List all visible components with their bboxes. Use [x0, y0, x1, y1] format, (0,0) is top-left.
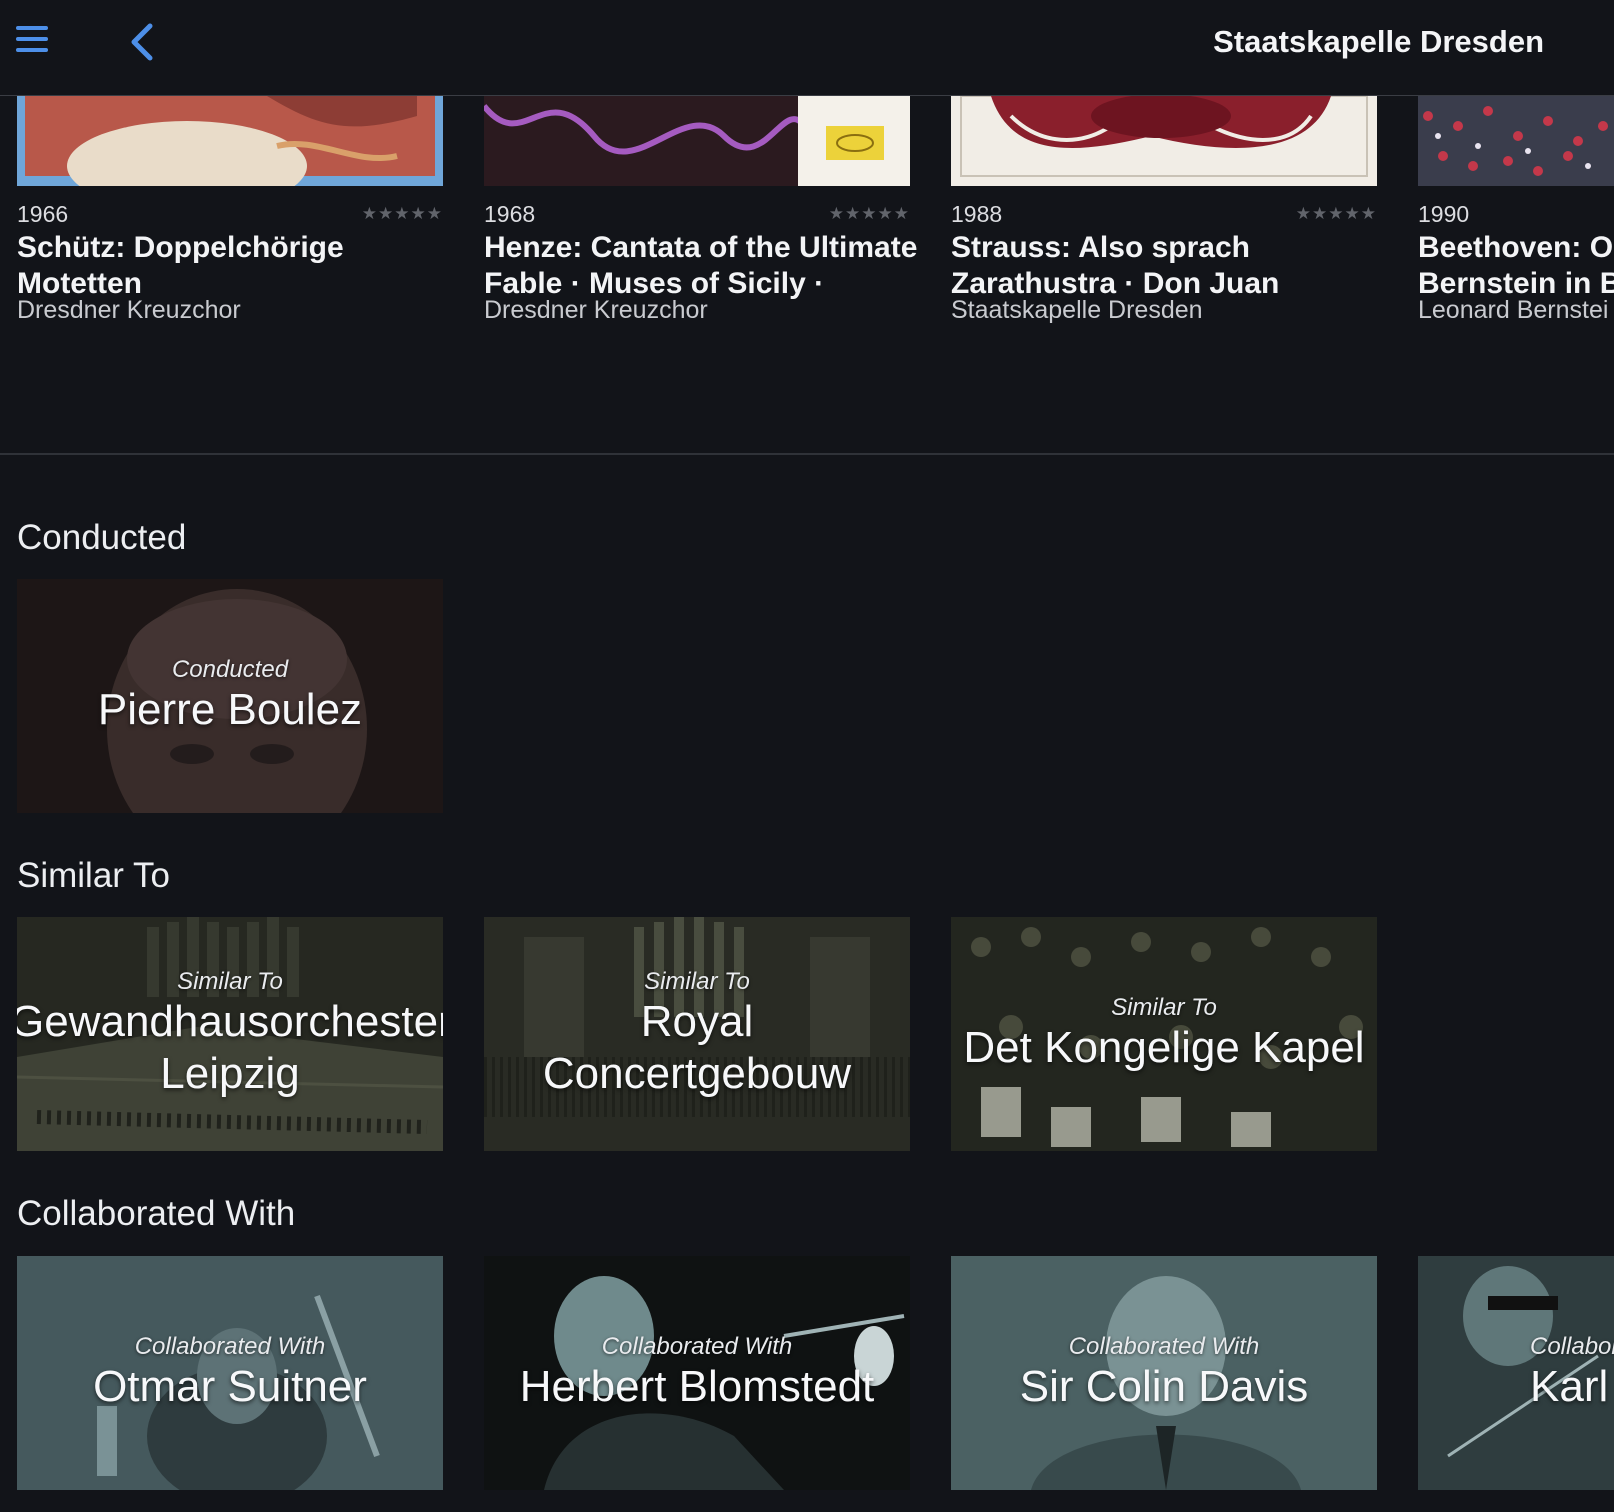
card-name: Pierre Boulez: [97, 685, 363, 734]
hamburger-menu-icon[interactable]: [16, 26, 48, 56]
card-label: Collaborated With: [601, 1333, 793, 1360]
section-title-similar: Similar To: [17, 856, 171, 895]
card-name: Gewandhausorchester Leipzig: [17, 997, 443, 1098]
collaborator-card[interactable]: Collaborated With Otmar Suitner: [17, 1256, 443, 1490]
collaborator-card[interactable]: Collaborated With Karl: [1418, 1256, 1614, 1490]
section-divider: [0, 453, 1614, 455]
collaborator-card[interactable]: Collaborated With Herbert Blomstedt: [484, 1256, 910, 1490]
card-name: Royal Concertgebouw: [542, 997, 852, 1098]
card-name: Herbert Blomstedt: [519, 1362, 875, 1411]
album-title: Beethoven: Od Bernstein in Be: [1418, 231, 1614, 300]
rating-stars[interactable]: ★★★★★: [1296, 204, 1377, 224]
card-label: Similar To: [177, 968, 283, 995]
card-label: Similar To: [1111, 994, 1217, 1021]
album-cover: [17, 96, 443, 186]
album-cover: [1418, 96, 1614, 186]
card-label: Collaborated With: [1068, 1333, 1260, 1360]
conducted-card[interactable]: Conducted Pierre Boulez: [17, 579, 443, 813]
similar-card[interactable]: Similar To Royal Concertgebouw: [484, 917, 910, 1151]
collaborator-card[interactable]: Collaborated With Sir Colin Davis: [951, 1256, 1377, 1490]
album-artist: Leonard Bernstei: [1418, 296, 1609, 324]
similar-card[interactable]: Similar To Det Kongelige Kapel: [951, 917, 1377, 1151]
album-card[interactable]: 1990 Beethoven: Od Bernstein in Be Leona…: [1418, 96, 1614, 456]
section-title-collaborated: Collaborated With: [17, 1194, 296, 1233]
album-artist: Dresdner Kreuzchor: [17, 296, 241, 324]
album-title: Strauss: Also sprach Zarathustra · Don J…: [951, 231, 1280, 300]
rating-stars[interactable]: ★★★★★: [829, 204, 910, 224]
album-title: Henze: Cantata of the Ultimate Fable · M…: [484, 231, 918, 300]
page-title: Staatskapelle Dresden: [1213, 24, 1544, 59]
rating-stars[interactable]: ★★★★★: [362, 204, 443, 224]
similar-card[interactable]: Similar To Gewandhausorchester Leipzig: [17, 917, 443, 1151]
album-cover: [951, 96, 1377, 186]
card-label: Conducted: [171, 656, 289, 683]
album-cover: [484, 96, 910, 186]
album-title: Schütz: Doppelchörige Motetten: [17, 231, 344, 300]
back-chevron-icon[interactable]: [122, 18, 162, 66]
album-artist: Staatskapelle Dresden: [951, 296, 1203, 324]
top-app-bar: Staatskapelle Dresden: [0, 0, 1614, 96]
albums-row: 1966 ★★★★★ Schütz: Doppelchörige Motette…: [0, 96, 1614, 456]
card-name: Otmar Suitner: [93, 1362, 367, 1411]
card-label: Similar To: [644, 968, 750, 995]
card-name: Karl: [1530, 1362, 1609, 1411]
album-artist: Dresdner Kreuzchor: [484, 296, 708, 324]
card-name: Sir Colin Davis: [1019, 1362, 1309, 1411]
section-title-conducted: Conducted: [17, 518, 187, 557]
card-label: Collaborated With: [134, 1333, 326, 1360]
card-label: Collaborated With: [1530, 1333, 1614, 1360]
album-year: 1990: [1418, 201, 1470, 227]
card-name: Det Kongelige Kapel: [963, 1023, 1365, 1072]
